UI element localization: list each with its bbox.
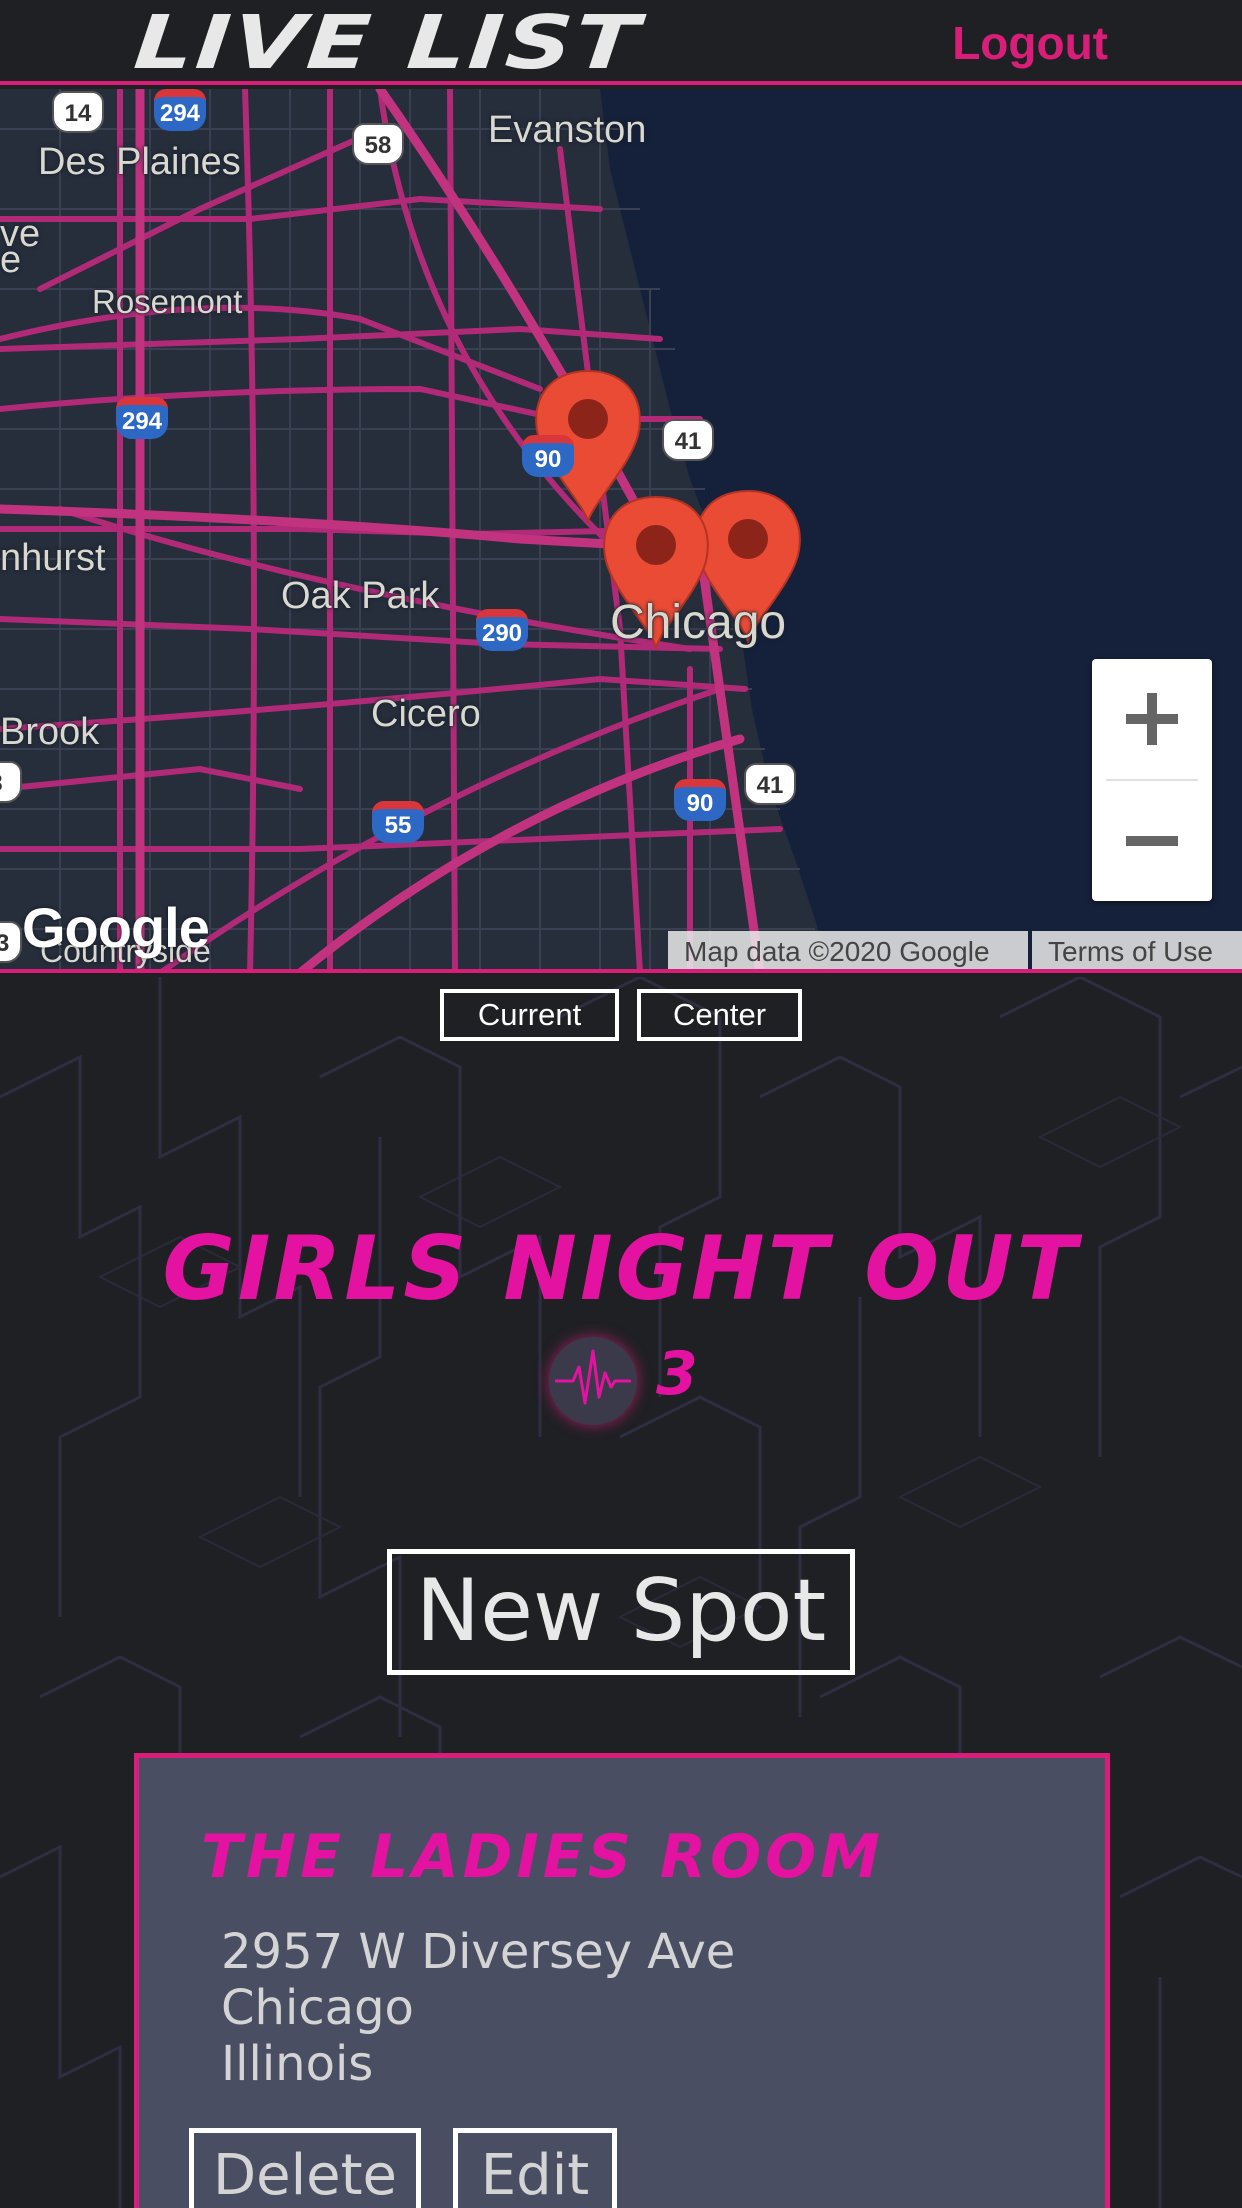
route-shield: 3: [0, 761, 22, 803]
pulse-icon: [549, 1337, 637, 1425]
spot-address: 2957 W Diversey Ave: [221, 1924, 736, 1980]
list-title: GIRLS NIGHT OUT: [162, 1217, 1080, 1320]
edit-spot-button[interactable]: Edit: [453, 2128, 617, 2208]
new-spot-button[interactable]: New Spot: [387, 1549, 855, 1675]
map-label-des-plaines: Des Plaines: [38, 141, 241, 183]
route-shield: 58: [352, 123, 404, 165]
map-tiles: [0, 89, 1242, 969]
route-shield: 14: [52, 91, 104, 133]
map-view[interactable]: Evanston Des Plaines ve e Rosemont nhurs…: [0, 89, 1242, 973]
app-logo: LIVE LIST: [130, 0, 645, 86]
list-panel: Current Center GIRLS NIGHT OUT 3 New Spo…: [0, 977, 1242, 2208]
interstate-shield: 294: [154, 89, 206, 131]
terms-of-use-link[interactable]: Terms of Use: [1032, 931, 1242, 969]
map-label-oak-park: Oak Park: [281, 575, 440, 617]
zoom-control: [1092, 659, 1212, 901]
delete-spot-button[interactable]: Delete: [189, 2128, 421, 2208]
minus-icon: [1126, 836, 1178, 846]
spot-count: 3: [656, 1339, 698, 1409]
route-shield: 41: [662, 419, 714, 461]
plus-icon: [1126, 693, 1178, 745]
spot-state: Illinois: [221, 2036, 374, 2092]
zoom-out-button[interactable]: [1092, 781, 1212, 901]
interstate-shield: 90: [674, 779, 726, 821]
interstate-shield: 55: [372, 801, 424, 843]
interstate-shield: 294: [116, 397, 168, 439]
spot-name: THE LADIES ROOM: [201, 1822, 884, 1892]
zoom-in-button[interactable]: [1092, 659, 1212, 779]
map-attribution: Map data ©2020 Google: [668, 931, 1028, 969]
map-label-rosemont: Rosemont: [92, 283, 243, 320]
map-label-partial-e: e: [0, 239, 22, 281]
google-logo: Google: [22, 896, 210, 959]
logout-button[interactable]: Logout: [952, 16, 1108, 70]
map-label-chicago: Chicago: [610, 596, 787, 649]
interstate-shield: 90: [522, 435, 574, 477]
spot-city: Chicago: [221, 1980, 414, 2036]
route-shield: 83: [0, 921, 22, 963]
map-label-partial-brook: Brook: [0, 711, 100, 753]
map-label-evanston: Evanston: [488, 109, 647, 151]
map-label-cicero: Cicero: [371, 693, 481, 735]
interstate-shield: 290: [476, 609, 528, 651]
map-label-partial-hurst: nhurst: [0, 537, 106, 579]
current-location-button[interactable]: Current: [440, 989, 619, 1041]
app-header: LIVE LIST Logout: [0, 0, 1242, 86]
route-shield: 41: [744, 763, 796, 805]
spot-card: THE LADIES ROOM 2957 W Diversey Ave Chic…: [134, 1753, 1110, 2208]
center-map-button[interactable]: Center: [637, 989, 802, 1041]
